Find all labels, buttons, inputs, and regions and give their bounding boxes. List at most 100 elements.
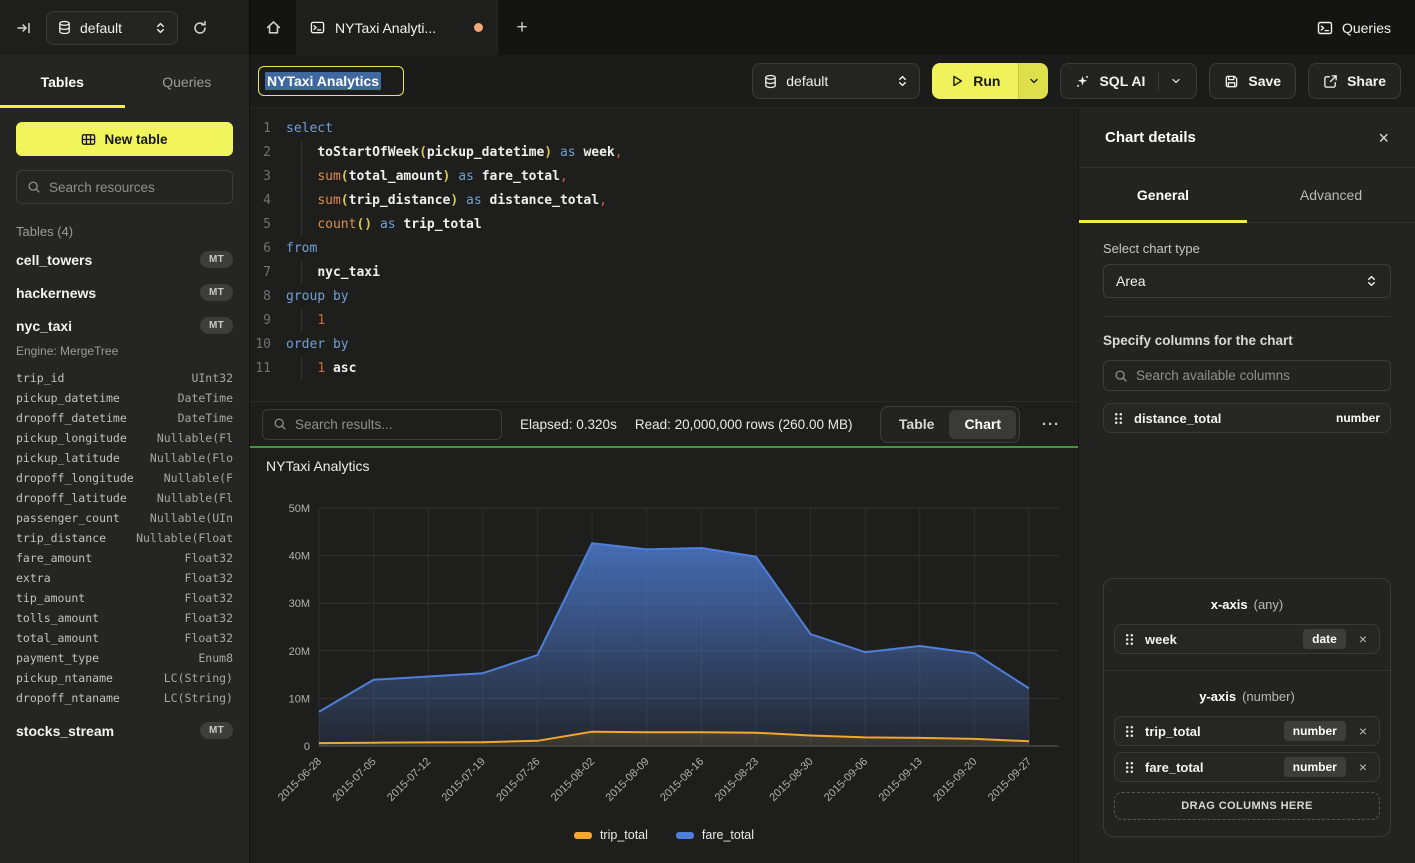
sql-editor[interactable]: 1select2 toStartOfWeek(pickup_datetime) …	[250, 108, 1078, 401]
table-item-nyc-taxi[interactable]: nyc_taxi MT	[0, 309, 249, 342]
code-line[interactable]: 11 1 asc	[250, 357, 1078, 381]
svg-text:50M: 50M	[289, 503, 310, 515]
y-axis-chip-fare-total[interactable]: fare_total number ×	[1114, 752, 1380, 782]
new-table-button[interactable]: New table	[16, 122, 233, 156]
legend-item-trip_total[interactable]: trip_total	[574, 828, 648, 842]
column-row: dropoff_ntanameLC(String)	[0, 688, 249, 708]
svg-text:2015-08-16: 2015-08-16	[658, 756, 706, 804]
area-chart[interactable]: 010M20M30M40M50M2015-06-282015-07-052015…	[264, 478, 1064, 818]
refresh-button[interactable]	[188, 16, 212, 40]
chevron-down-icon[interactable]	[1170, 75, 1182, 87]
new-table-label: New table	[104, 132, 167, 147]
run-database-selector[interactable]: default	[752, 63, 920, 99]
home-tab[interactable]	[250, 0, 296, 55]
y-axis-section: y-axis(number) trip_total number	[1104, 670, 1390, 836]
share-button[interactable]: Share	[1308, 63, 1401, 99]
close-panel-button[interactable]: ×	[1378, 129, 1389, 147]
sidebar-tab-tables[interactable]: Tables	[0, 55, 125, 108]
code-line[interactable]: 7 nyc_taxi	[250, 261, 1078, 285]
search-resources-input[interactable]	[49, 180, 222, 195]
run-options-button[interactable]	[1018, 63, 1048, 99]
column-type: Nullable(Flo	[150, 448, 233, 468]
line-number: 7	[250, 261, 286, 285]
column-name: trip_distance	[16, 528, 106, 548]
x-axis-section: x-axis(any) week date	[1104, 579, 1390, 670]
table-item-cell-towers[interactable]: cell_towers MT	[0, 243, 249, 276]
engine-badge: MT	[200, 317, 233, 334]
column-type-badge: number	[1284, 721, 1346, 741]
chart-type-value: Area	[1116, 273, 1146, 289]
query-title-input[interactable]: NYTaxi Analytics	[258, 66, 404, 96]
svg-text:2015-06-28: 2015-06-28	[276, 756, 324, 804]
sql-ai-button[interactable]: SQL AI	[1060, 63, 1197, 99]
code-text: sum(trip_distance) as distance_total,	[286, 189, 607, 213]
code-line[interactable]: 8group by	[250, 285, 1078, 309]
chart-details-body: Select chart type Area Specify columns f…	[1079, 223, 1415, 863]
table-name: hackernews	[16, 285, 96, 301]
drag-handle-icon[interactable]	[1125, 725, 1134, 738]
chart-type-select[interactable]: Area	[1103, 264, 1391, 298]
table-view-toggle[interactable]: Table	[884, 410, 950, 439]
y-axis-chip-trip-total[interactable]: trip_total number ×	[1114, 716, 1380, 746]
remove-column-button[interactable]: ×	[1357, 632, 1369, 646]
drag-handle-icon[interactable]	[1125, 761, 1134, 774]
column-list: trip_idUInt32pickup_datetimeDateTimedrop…	[0, 366, 249, 714]
table-item-stocks-stream[interactable]: stocks_stream MT	[0, 714, 249, 747]
svg-text:2015-08-02: 2015-08-02	[549, 756, 597, 804]
new-tab-button[interactable]: +	[498, 0, 546, 55]
code-line[interactable]: 6from	[250, 237, 1078, 261]
legend-item-fare_total[interactable]: fare_total	[676, 828, 754, 842]
legend-label: fare_total	[702, 828, 754, 842]
remove-column-button[interactable]: ×	[1357, 760, 1369, 774]
drag-handle-icon[interactable]	[1114, 412, 1123, 425]
divider	[1103, 316, 1391, 317]
drag-columns-drop-zone[interactable]: DRAG COLUMNS HERE	[1114, 792, 1380, 820]
column-type: LC(String)	[164, 668, 233, 688]
code-line[interactable]: 2 toStartOfWeek(pickup_datetime) as week…	[250, 141, 1078, 165]
available-column-chip-distance-total[interactable]: distance_total number	[1103, 403, 1391, 433]
code-line[interactable]: 10order by	[250, 333, 1078, 357]
code-line[interactable]: 3 sum(total_amount) as fare_total,	[250, 165, 1078, 189]
column-name: fare_amount	[16, 548, 92, 568]
code-line[interactable]: 9 1	[250, 309, 1078, 333]
x-axis-chip-week[interactable]: week date ×	[1114, 624, 1380, 654]
body: Tables Queries New table Tables (4) cell…	[0, 55, 1415, 863]
column-name: pickup_longitude	[16, 428, 127, 448]
table-item-hackernews[interactable]: hackernews MT	[0, 276, 249, 309]
more-options-button[interactable]: ···	[1038, 416, 1064, 433]
active-query-tab[interactable]: NYTaxi Analyti...	[296, 0, 498, 55]
column-row: pickup_longitudeNullable(Fl	[0, 428, 249, 448]
tab-advanced[interactable]: Advanced	[1247, 168, 1415, 222]
column-name: total_amount	[16, 628, 99, 648]
refresh-icon	[192, 20, 208, 36]
close-icon: ×	[1359, 723, 1367, 739]
y-axis-title: y-axis	[1199, 689, 1236, 704]
chart-view-toggle[interactable]: Chart	[949, 410, 1016, 439]
queries-panel-button[interactable]: Queries	[1317, 20, 1391, 36]
code-line[interactable]: 1select	[250, 117, 1078, 141]
run-button[interactable]: Run	[932, 63, 1018, 99]
x-axis-qualifier: (any)	[1254, 597, 1284, 612]
search-icon	[273, 417, 287, 431]
save-button[interactable]: Save	[1209, 63, 1296, 99]
tab-general[interactable]: General	[1079, 168, 1247, 222]
code-line[interactable]: 4 sum(trip_distance) as distance_total,	[250, 189, 1078, 213]
line-number: 2	[250, 141, 286, 165]
database-selector[interactable]: default	[46, 11, 178, 45]
drag-handle-icon[interactable]	[1125, 633, 1134, 646]
sidebar-tab-queries[interactable]: Queries	[125, 55, 250, 108]
read-stat: Read: 20,000,000 rows (260.00 MB)	[635, 417, 853, 432]
search-results-input[interactable]	[295, 417, 491, 432]
code-line[interactable]: 5 count() as trip_total	[250, 213, 1078, 237]
search-columns-input[interactable]	[1136, 368, 1380, 383]
remove-column-button[interactable]: ×	[1357, 724, 1369, 738]
code-text: toStartOfWeek(pickup_datetime) as week,	[286, 141, 623, 165]
code-text: nyc_taxi	[286, 261, 380, 285]
svg-text:2015-08-09: 2015-08-09	[604, 756, 652, 804]
topbar-left: default	[0, 0, 250, 55]
svg-text:2015-08-30: 2015-08-30	[767, 756, 815, 804]
divider	[1158, 72, 1159, 90]
center-column: 1select2 toStartOfWeek(pickup_datetime) …	[250, 108, 1078, 863]
collapse-sidebar-button[interactable]	[12, 16, 36, 40]
column-row: dropoff_latitudeNullable(Fl	[0, 488, 249, 508]
